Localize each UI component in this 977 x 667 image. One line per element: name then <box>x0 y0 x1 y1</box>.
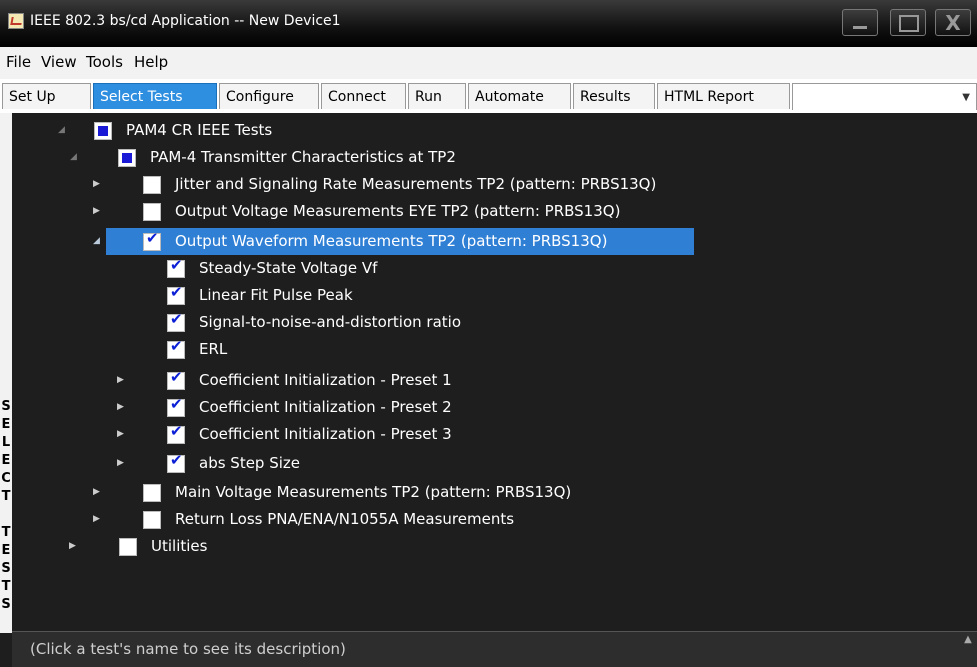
sidebar-letter: S <box>1 597 11 612</box>
tab-bar: Set Up Select Tests Configure Connect Ru… <box>0 79 977 114</box>
minimize-button[interactable] <box>842 9 878 36</box>
tree-item-label: Output Voltage Measurements EYE TP2 (pat… <box>175 202 621 220</box>
sidebar-letter: C <box>1 471 11 486</box>
tree-item-output-waveform[interactable]: Output Waveform Measurements TP2 (patter… <box>106 228 694 255</box>
test-tree: ◢ PAM4 CR IEEE Tests ◢ PAM-4 Transmitter… <box>12 113 977 631</box>
checkbox-jitter-signaling[interactable] <box>143 176 161 194</box>
checkbox-main-voltage[interactable] <box>143 484 161 502</box>
expand-icon[interactable]: ▶ <box>117 421 124 448</box>
tree-item-label: Return Loss PNA/ENA/N1055A Measurements <box>175 510 515 528</box>
tree-item-label: PAM-4 Transmitter Characteristics at TP2 <box>150 148 456 166</box>
app-icon <box>8 13 24 29</box>
expand-icon[interactable]: ▶ <box>69 533 76 560</box>
checkbox-preset-2[interactable] <box>167 395 185 417</box>
collapse-icon[interactable]: ◢ <box>58 117 65 144</box>
tree-item-label: Linear Fit Pulse Peak <box>199 286 353 304</box>
maximize-button[interactable] <box>890 9 926 36</box>
expand-icon[interactable]: ▶ <box>117 394 124 421</box>
tab-connect[interactable]: Connect <box>321 83 406 109</box>
menu-view[interactable]: View <box>41 53 77 71</box>
tree-item-label: Coefficient Initialization - Preset 2 <box>199 398 452 416</box>
expand-icon[interactable]: ▶ <box>117 450 124 477</box>
expand-icon[interactable]: ▶ <box>93 479 100 506</box>
checkbox-pam4-cr-ieee-tests[interactable] <box>94 122 112 140</box>
tree-item-label: Coefficient Initialization - Preset 3 <box>199 425 452 443</box>
tab-results[interactable]: Results <box>573 83 655 109</box>
tree-item-label: PAM4 CR IEEE Tests <box>126 121 273 139</box>
checkbox-pam4-transmitter[interactable] <box>118 149 136 167</box>
tree-item-label: Main Voltage Measurements TP2 (pattern: … <box>175 483 572 501</box>
sidebar-letter: T <box>1 489 11 504</box>
checkbox-steady-state-voltage[interactable] <box>167 256 185 278</box>
sidebar-letter: L <box>1 435 11 450</box>
menu-tools[interactable]: Tools <box>86 53 123 71</box>
tree-item-label: Steady-State Voltage Vf <box>199 259 378 277</box>
menu-file[interactable]: File <box>6 53 31 71</box>
sidebar-letter: E <box>1 453 11 468</box>
menu-bar: File View Tools Help <box>0 47 977 79</box>
sidebar-letter: S <box>1 561 11 576</box>
tab-configure[interactable]: Configure <box>219 83 319 109</box>
chevron-down-icon[interactable]: ▼ <box>962 92 970 103</box>
checkbox-sndr[interactable] <box>167 310 185 332</box>
tab-strip-empty: ▼ <box>792 83 977 110</box>
checkbox-linear-fit-pulse-peak[interactable] <box>167 283 185 305</box>
collapse-icon[interactable]: ◢ <box>70 144 77 171</box>
close-icon: X <box>945 11 961 35</box>
expand-icon[interactable]: ▶ <box>93 506 100 533</box>
tree-item-label: abs Step Size <box>199 454 301 472</box>
checkbox-utilities[interactable] <box>119 538 137 556</box>
tab-select-tests[interactable]: Select Tests <box>93 83 217 109</box>
tree-item-label: Signal-to-noise-and-distortion ratio <box>199 313 461 331</box>
description-text: (Click a test's name to see its descript… <box>30 640 346 658</box>
checkbox-return-loss[interactable] <box>143 511 161 529</box>
expand-icon[interactable]: ▶ <box>93 171 100 198</box>
collapse-icon[interactable]: ◢ <box>93 228 100 255</box>
sidebar-letter: E <box>1 417 11 432</box>
sidebar-letter: T <box>1 525 11 540</box>
expand-icon[interactable]: ▶ <box>117 367 124 394</box>
expand-icon[interactable]: ▶ <box>93 198 100 225</box>
scroll-up-icon[interactable]: ▲ <box>961 634 975 664</box>
tree-item-label: Coefficient Initialization - Preset 1 <box>199 371 452 389</box>
tab-run[interactable]: Run <box>408 83 466 109</box>
title-bar: IEEE 802.3 bs/cd Application -- New Devi… <box>0 0 977 47</box>
checkbox-erl[interactable] <box>167 337 185 359</box>
tree-item-label: Jitter and Signaling Rate Measurements T… <box>175 175 657 193</box>
window-title: IEEE 802.3 bs/cd Application -- New Devi… <box>30 13 341 29</box>
sidebar-letter: E <box>1 543 11 558</box>
tab-automate[interactable]: Automate <box>468 83 571 109</box>
checkbox-abs-step-size[interactable] <box>167 451 185 473</box>
sidebar-letter: S <box>1 399 11 414</box>
tab-html-report[interactable]: HTML Report <box>657 83 790 109</box>
checkbox-preset-1[interactable] <box>167 368 185 390</box>
checkbox-preset-3[interactable] <box>167 422 185 444</box>
tab-set-up[interactable]: Set Up <box>2 83 91 109</box>
menu-help[interactable]: Help <box>134 53 168 71</box>
close-button[interactable]: X <box>935 9 971 36</box>
tree-item-label: Output Waveform Measurements TP2 (patter… <box>175 232 608 250</box>
checkbox-output-voltage-eye[interactable] <box>143 203 161 221</box>
tree-item-label: Utilities <box>151 537 208 555</box>
description-panel: (Click a test's name to see its descript… <box>12 631 977 667</box>
checkbox-output-waveform[interactable] <box>143 229 161 251</box>
tree-item-label: ERL <box>199 340 228 358</box>
sidebar-letter: T <box>1 579 11 594</box>
